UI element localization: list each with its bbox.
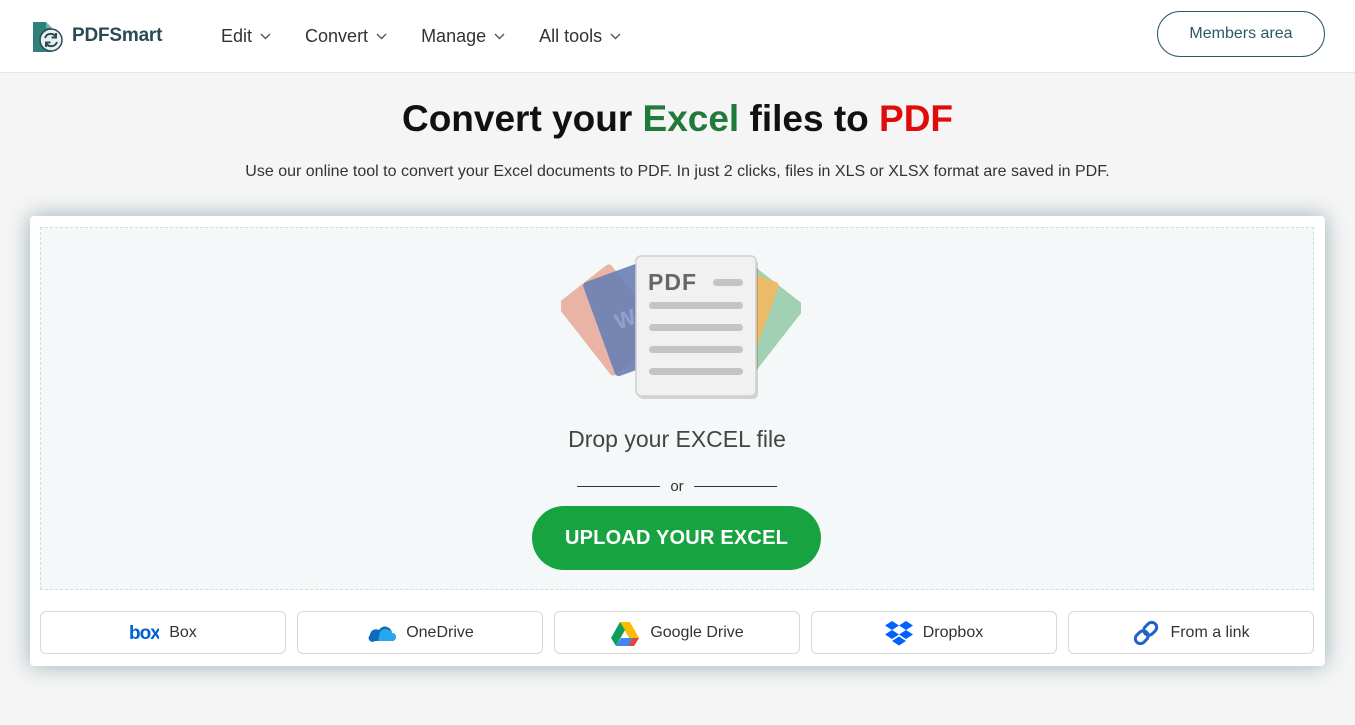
or-divider: or	[577, 476, 777, 496]
nav-edit-label: Edit	[221, 26, 253, 46]
title-part-2: files to	[739, 98, 880, 139]
brand-logo[interactable]: PDFSmart	[30, 18, 162, 54]
source-box-button[interactable]: box Box	[40, 611, 286, 654]
file-dropzone[interactable]: W P PDF Drop your EXCEL file or UPLOAD Y…	[40, 227, 1314, 590]
title-pdf: PDF	[879, 98, 954, 139]
pdfsmart-logo-icon	[33, 22, 63, 52]
nav-manage[interactable]: Manage	[421, 26, 505, 47]
nav-edit[interactable]: Edit	[221, 26, 271, 47]
nav-all-tools[interactable]: All tools	[539, 26, 621, 47]
nav-convert[interactable]: Convert	[305, 26, 387, 47]
source-dropbox-label: Dropbox	[922, 623, 984, 641]
source-google-drive-label: Google Drive	[650, 623, 744, 641]
nav-all-tools-label: All tools	[539, 26, 603, 46]
brand-name: PDFSmart	[72, 25, 163, 46]
top-header: PDFSmart Edit Convert Manage All tools M…	[0, 0, 1355, 73]
main-nav: Edit Convert Manage All tools	[221, 0, 655, 73]
drop-instruction: Drop your EXCEL file	[568, 426, 786, 452]
chevron-down-icon	[260, 33, 271, 40]
source-box-label: Box	[169, 623, 197, 641]
document-stack-illustration: W P PDF	[561, 255, 801, 399]
onedrive-icon	[366, 623, 397, 643]
illustration-pdf-label: PDF	[648, 269, 697, 295]
box-icon: box	[129, 624, 159, 642]
title-part-1: Convert your	[401, 98, 643, 139]
title-excel: Excel	[642, 98, 740, 139]
svg-text:box: box	[129, 624, 159, 642]
nav-convert-label: Convert	[305, 26, 369, 46]
source-google-drive-button[interactable]: Google Drive	[554, 611, 800, 654]
page-title: Convert your Excel files to PDF	[0, 98, 1355, 140]
source-onedrive-label: OneDrive	[406, 623, 474, 641]
cloud-source-row: box Box OneDrive Google Drive Dropbox Fr…	[40, 611, 1314, 654]
divider-line-right	[694, 485, 777, 487]
source-link-button[interactable]: From a link	[1068, 611, 1314, 654]
source-dropbox-button[interactable]: Dropbox	[811, 611, 1057, 654]
source-onedrive-button[interactable]: OneDrive	[297, 611, 543, 654]
page-subtitle: Use our online tool to convert your Exce…	[245, 163, 1110, 180]
chevron-down-icon	[610, 33, 621, 40]
chevron-down-icon	[376, 33, 387, 40]
source-link-label: From a link	[1170, 623, 1250, 641]
upload-card: W P PDF Drop your EXCEL file or UPLOAD Y…	[30, 216, 1325, 666]
divider-line-left	[577, 485, 660, 487]
link-icon	[1132, 619, 1160, 647]
chevron-down-icon	[494, 33, 505, 40]
members-area-button[interactable]: Members area	[1157, 11, 1325, 57]
upload-excel-button[interactable]: UPLOAD YOUR EXCEL	[532, 506, 821, 570]
nav-manage-label: Manage	[421, 26, 487, 46]
or-label: or	[670, 477, 684, 495]
dropbox-icon	[884, 619, 913, 647]
google-drive-icon	[610, 620, 640, 646]
